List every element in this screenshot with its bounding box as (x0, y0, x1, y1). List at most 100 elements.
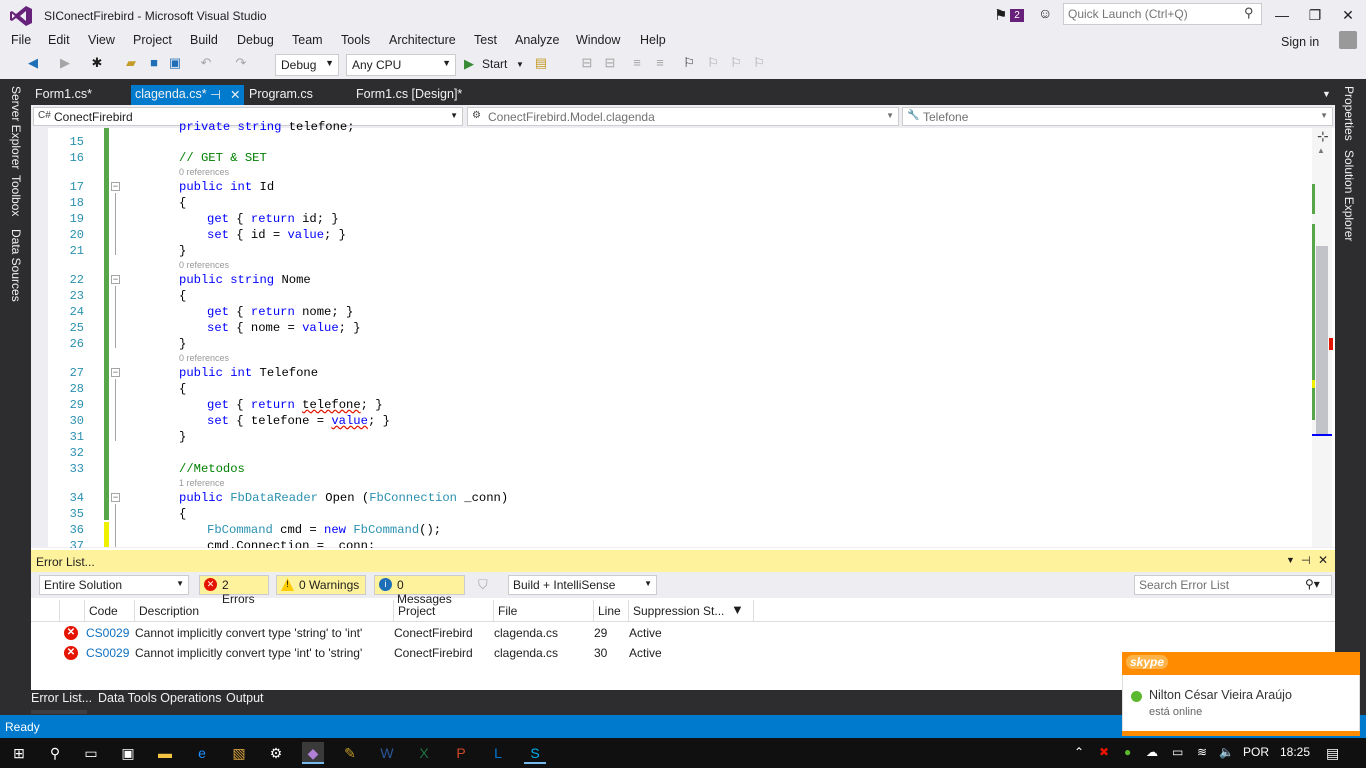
input-language[interactable]: POR (1243, 745, 1269, 759)
bookmark-icon[interactable]: ⚐ (680, 55, 698, 71)
menu-edit[interactable]: Edit (48, 33, 70, 47)
search-icon[interactable]: ⚲ (44, 742, 66, 764)
edge-icon[interactable]: e (191, 742, 213, 764)
tab-data-tools-operations[interactable]: Data Tools Operations (98, 691, 221, 705)
menu-window[interactable]: Window (576, 33, 620, 47)
panel-menu-icon[interactable]: ▼ (1286, 555, 1295, 565)
close-tab-icon[interactable]: ✕ (230, 87, 240, 102)
tab-error-list[interactable]: Error List... (31, 691, 92, 705)
tab-program-cs[interactable]: Program.cs (249, 87, 313, 101)
lync-icon[interactable]: L (487, 742, 509, 764)
column-header-file[interactable]: File (498, 604, 517, 618)
menu-help[interactable]: Help (640, 33, 666, 47)
align-left-icon[interactable]: ⊟ (578, 55, 596, 71)
solution-explorer-tab[interactable]: Solution Explorer (1342, 150, 1356, 241)
quick-launch-input[interactable] (1063, 3, 1262, 25)
menu-architecture[interactable]: Architecture (389, 33, 456, 47)
errors-filter-button[interactable]: ✕ 2 Errors (199, 575, 269, 606)
codelens-references[interactable]: 0 references (179, 260, 229, 270)
restore-button[interactable]: ❐ (1298, 4, 1332, 26)
clock[interactable]: 18:25 (1280, 745, 1310, 759)
menu-test[interactable]: Test (474, 33, 497, 47)
wifi-icon[interactable]: ≋ (1197, 745, 1207, 759)
undo-icon[interactable]: ↶ (197, 55, 215, 71)
error-description[interactable]: Cannot implicitly convert type 'string' … (135, 626, 362, 640)
start-play-icon[interactable]: ▶ (464, 56, 474, 72)
error-project[interactable]: ConectFirebird (394, 646, 473, 660)
navigate-back-icon[interactable]: ◀ (24, 55, 42, 71)
visual-studio-task-icon[interactable]: ◆ (302, 742, 324, 764)
search-icon[interactable]: ⚲ (1244, 5, 1254, 21)
account-avatar-icon[interactable] (1339, 31, 1357, 49)
battery-icon[interactable]: ▭ (1172, 745, 1183, 759)
split-window-icon[interactable]: ⊹ (1317, 128, 1329, 145)
scrollbar-thumb[interactable] (1316, 246, 1328, 434)
auto-hide-pin-icon[interactable]: ⊣ (1301, 554, 1311, 567)
warnings-filter-button[interactable]: ! 0 Warnings (276, 575, 366, 595)
menu-analyze[interactable]: Analyze (515, 33, 559, 47)
error-project[interactable]: ConectFirebird (394, 626, 473, 640)
store-icon[interactable]: ▣ (117, 742, 139, 764)
paint-icon[interactable]: ✎ (339, 742, 361, 764)
column-header-description[interactable]: Description (139, 604, 199, 618)
error-line[interactable]: 29 (594, 626, 607, 640)
tab-form1-cs[interactable]: Form1.cs* (35, 87, 92, 101)
photos-icon[interactable]: ▧ (228, 742, 250, 764)
menu-file[interactable]: File (11, 33, 31, 47)
tab-clagenda-cs[interactable]: clagenda.cs* (135, 87, 207, 101)
tab-output[interactable]: Output (226, 691, 264, 705)
close-button[interactable]: ✕ (1331, 4, 1365, 26)
volume-icon[interactable]: 🔈 (1219, 745, 1234, 759)
excel-icon[interactable]: X (413, 742, 435, 764)
type-nav-select[interactable]: ⚙ ConectFirebird.Model.clagenda ▼ (467, 107, 899, 126)
codelens-references[interactable]: 1 reference (179, 478, 225, 488)
save-all-icon[interactable]: ▣ (166, 55, 184, 71)
save-icon[interactable]: ■ (145, 55, 163, 70)
error-file[interactable]: clagenda.cs (494, 646, 558, 660)
action-center-icon[interactable]: ▤ (1326, 745, 1339, 762)
minimize-button[interactable]: — (1265, 4, 1299, 26)
close-panel-icon[interactable]: ✕ (1318, 553, 1328, 567)
error-line[interactable]: 30 (594, 646, 607, 660)
next-bookmark-icon[interactable]: ⚐ (727, 55, 745, 71)
messages-filter-button[interactable]: i0 Messages (374, 575, 465, 606)
show-hidden-icons-icon[interactable]: ⌃ (1074, 745, 1084, 759)
prev-bookmark-icon[interactable]: ⚐ (704, 55, 722, 71)
member-nav-select[interactable]: 🔧 Telefone ▼ (902, 107, 1333, 126)
column-header-suppression-state[interactable]: Suppression St... (633, 604, 724, 618)
file-explorer-icon[interactable]: ▬ (154, 742, 176, 764)
security-tray-icon[interactable]: ✖ (1099, 745, 1109, 759)
onedrive-icon[interactable]: ☁ (1146, 745, 1158, 759)
column-header-line[interactable]: Line (598, 604, 621, 618)
solution-platform-select[interactable]: Any CPU ▼ (346, 54, 456, 76)
error-file[interactable]: clagenda.cs (494, 626, 558, 640)
feedback-icon[interactable]: ☺ (1038, 5, 1052, 21)
pin-tab-icon[interactable]: ⊣ (210, 87, 221, 102)
vertical-scrollbar[interactable]: ▲ (1312, 128, 1333, 547)
menu-debug[interactable]: Debug (237, 33, 274, 47)
column-header-project[interactable]: Project (398, 604, 435, 618)
menu-tools[interactable]: Tools (341, 33, 370, 47)
collapse-toggle-icon[interactable]: − (111, 368, 120, 377)
contact-name[interactable]: Nilton César Vieira Araújo (1149, 688, 1292, 702)
server-explorer-tab[interactable]: Server Explorer (9, 86, 23, 169)
properties-tab[interactable]: Properties (1342, 86, 1356, 141)
error-code-link[interactable]: CS0029 (86, 646, 129, 660)
open-file-icon[interactable]: ▰ (122, 55, 140, 71)
navigate-forward-icon[interactable]: ▶ (56, 55, 74, 71)
notifications-flag-icon[interactable]: ⚑ (994, 6, 1007, 24)
comment-icon[interactable]: ≡ (628, 55, 646, 70)
error-scope-select[interactable]: Entire Solution ▼ (39, 575, 189, 595)
scroll-up-icon[interactable]: ▲ (1317, 146, 1325, 155)
tab-list-dropdown-icon[interactable]: ▼ (1322, 89, 1331, 99)
error-state[interactable]: Active (629, 626, 662, 640)
toolbox-tab[interactable]: Toolbox (9, 175, 23, 216)
collapse-toggle-icon[interactable]: − (111, 182, 120, 191)
menu-view[interactable]: View (88, 33, 115, 47)
notification-count-badge[interactable]: 2 (1010, 9, 1024, 22)
task-view-icon[interactable]: ▭ (80, 742, 102, 764)
align-right-icon[interactable]: ⊟ (601, 55, 619, 71)
codelens-references[interactable]: 0 references (179, 353, 229, 363)
word-icon[interactable]: W (376, 742, 398, 764)
data-sources-tab[interactable]: Data Sources (9, 229, 23, 302)
